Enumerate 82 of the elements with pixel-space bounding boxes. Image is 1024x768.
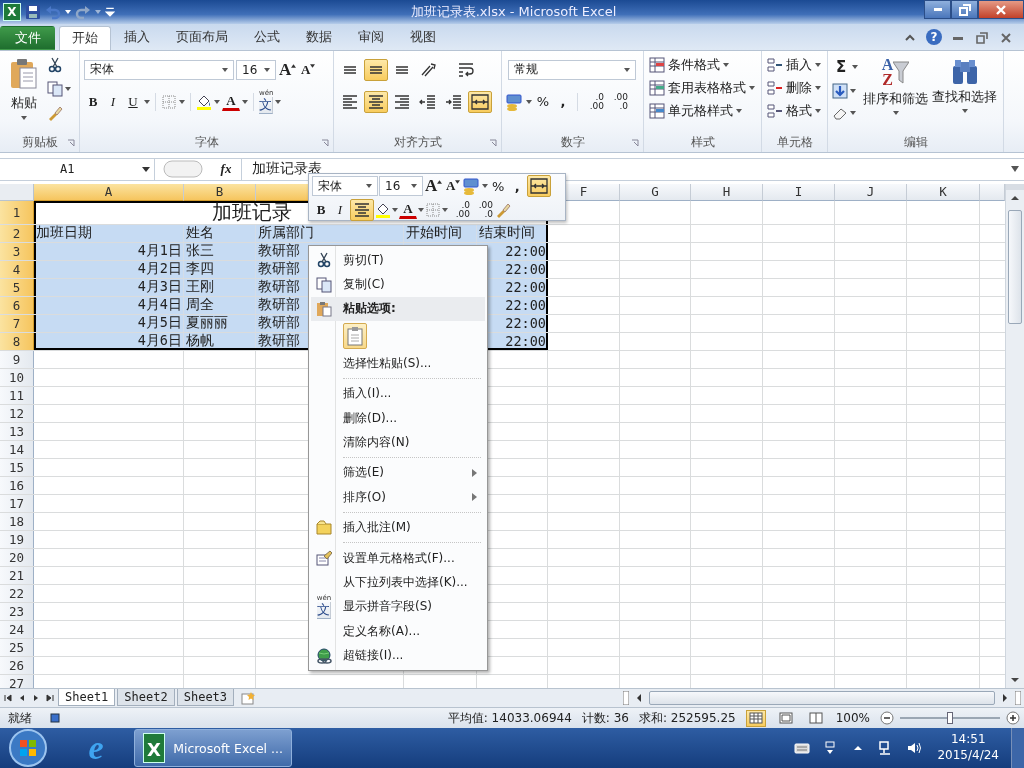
menu-item[interactable]: 插入(I)... [337, 381, 485, 406]
count-text: 计数: 36 [581, 709, 629, 727]
ribbon-tab[interactable]: 视图 [397, 25, 449, 50]
sheet-tab[interactable]: Sheet1 [58, 689, 116, 707]
cells-menu-button[interactable]: 删除 [766, 77, 823, 99]
cells-menu-button[interactable]: 格式 [766, 100, 823, 122]
group-label: 单元格 [776, 134, 813, 152]
column-header[interactable]: J [835, 183, 907, 201]
column-header[interactable]: K [907, 183, 980, 201]
bold-button[interactable]: B [312, 200, 330, 220]
font-color-button[interactable]: A [399, 201, 417, 219]
sheet-tab[interactable]: Sheet2 [117, 689, 175, 707]
font-size-dropdown[interactable]: 16 [236, 59, 276, 80]
underline-button[interactable]: U [124, 91, 142, 112]
font-color-button[interactable]: A [222, 92, 240, 111]
menu-item[interactable]: 定义名称(A)... [337, 619, 485, 644]
ribbon-tab[interactable]: 插入 [111, 25, 163, 50]
column-header[interactable]: G [620, 183, 691, 201]
window-title: 加班记录表.xlsx - Microsoft Excel [409, 2, 618, 21]
menu-item[interactable]: 设置单元格格式(F)... [337, 545, 485, 571]
help-icon[interactable]: ? [926, 28, 942, 45]
menu-item[interactable]: 超链接(I)... [337, 643, 485, 668]
average-text: 平均值: 14033.06944 [447, 709, 572, 727]
menu-item[interactable]: 选择性粘贴(S)... [337, 351, 485, 376]
autosum-button[interactable]: Σ [832, 56, 850, 77]
styles-menu-button[interactable]: 条件格式 [648, 54, 757, 76]
excel-logo-icon: X [143, 733, 166, 763]
file-tab[interactable]: 文件 [0, 25, 55, 50]
column-header[interactable]: I [763, 183, 835, 201]
decrease-decimal-button[interactable]: .00 .0 [607, 90, 629, 113]
insert-function-button[interactable]: fx [211, 161, 241, 178]
status-text: 就绪 [8, 709, 32, 727]
comma-button[interactable]: , [554, 91, 572, 112]
font-name-dropdown[interactable]: 宋体 [84, 59, 234, 80]
menu-item[interactable]: 排序(O) [337, 485, 472, 510]
column-header[interactable]: B [184, 183, 256, 201]
zoom-level[interactable]: 100% [835, 711, 870, 726]
styles-menu-button[interactable]: 套用表格格式 [648, 77, 757, 99]
clock-time[interactable]: 14:51 [950, 732, 986, 748]
bold-button[interactable]: B [84, 91, 102, 112]
increase-decimal-button[interactable]: .0 .00 [583, 90, 605, 113]
italic-button[interactable]: I [104, 91, 122, 112]
italic-button[interactable]: I [331, 200, 349, 220]
group-label: 字体 [194, 134, 219, 152]
sum-text: 求和: 252595.25 [638, 709, 736, 727]
group-label: 编辑 [903, 134, 928, 152]
group-label: 数字 [560, 134, 585, 152]
font-name-dropdown[interactable]: 宋体 [312, 176, 378, 196]
menu-item[interactable]: 筛选(E) [337, 460, 472, 486]
find-select-button[interactable]: 查找和选择 [930, 54, 999, 134]
grow-font-button[interactable]: A [278, 59, 298, 80]
clock-date[interactable]: 2015/4/24 [937, 748, 999, 764]
font-size-dropdown[interactable]: 16 [379, 176, 423, 196]
ribbon-tab[interactable]: 审阅 [345, 25, 397, 50]
styles-menu-button[interactable]: 单元格样式 [648, 100, 757, 122]
ribbon-tab[interactable]: 页面布局 [163, 25, 241, 50]
number-format-dropdown[interactable]: 常规 [508, 59, 636, 80]
menu-item[interactable]: 删除(D)... [337, 405, 485, 431]
excel-logo-icon[interactable]: X [3, 2, 21, 21]
ribbon-tab[interactable]: 开始 [59, 25, 111, 50]
paste-button[interactable]: 粘贴 [4, 54, 43, 134]
group-label: 对齐方式 [393, 134, 442, 152]
column-header[interactable]: A [34, 183, 184, 201]
ribbon-tab[interactable]: 公式 [241, 25, 293, 50]
row-header[interactable]: 1 [0, 200, 34, 224]
sort-filter-button[interactable]: A Z 排序和筛选 [861, 54, 930, 134]
cells-menu-button[interactable]: 插入 [766, 54, 823, 76]
menu-item[interactable]: 插入批注(M) [337, 515, 485, 540]
shrink-font-button[interactable]: A [299, 59, 318, 80]
group-label: 剪贴板 [21, 134, 58, 152]
ribbon-tab[interactable]: 数据 [293, 25, 345, 50]
increase-decimal-button[interactable]: .0 .00 [449, 199, 471, 221]
sheet-tab[interactable]: Sheet3 [176, 689, 235, 707]
menu-item[interactable]: 从下拉列表中选择(K)... [337, 570, 485, 595]
column-header[interactable]: H [691, 183, 763, 201]
percent-button[interactable]: % [534, 91, 552, 112]
menu-item[interactable]: 清除内容(N) [337, 430, 485, 455]
group-label: 样式 [690, 134, 715, 152]
decrease-decimal-button[interactable]: .00 .0 [472, 199, 494, 221]
menu-item[interactable]: 显示拼音字段(S) [337, 594, 485, 620]
taskbar-button[interactable]: X Microsoft Excel ... [134, 729, 292, 767]
name-box[interactable]: A1 [0, 158, 155, 180]
